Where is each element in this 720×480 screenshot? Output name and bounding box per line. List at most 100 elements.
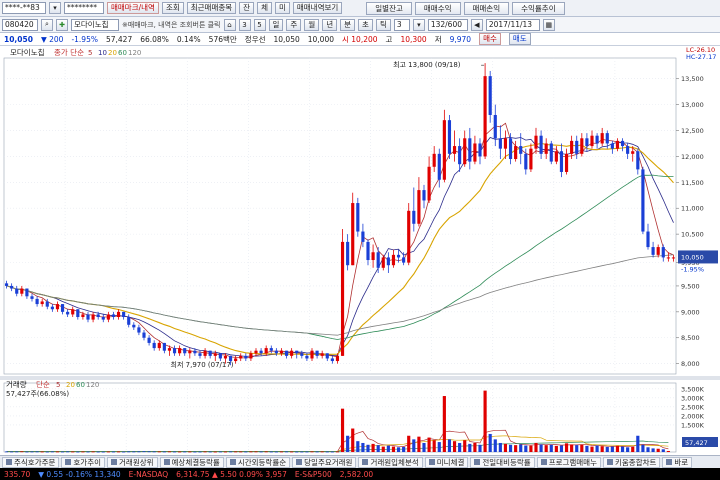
tool-5-icon[interactable]: 5 — [253, 18, 266, 31]
trade-pnl-button[interactable]: 매매손익 — [463, 1, 510, 15]
chart-area[interactable]: 13,500 13,000 12,500 12,000 11,500 11,000 10,5… — [0, 46, 720, 455]
minute-dropdown-icon[interactable]: ▾ — [412, 18, 425, 31]
ticker-item: E-NASDAQ — [128, 469, 169, 479]
candle-body — [106, 314, 110, 320]
recent-items-button[interactable]: 최근매매종목 — [186, 2, 237, 14]
window-tab[interactable]: 주식호가주문 — [2, 456, 60, 468]
window-tab[interactable]: 거래원입체분석 — [358, 456, 423, 468]
trade-profit-button[interactable]: 매매수익 — [414, 1, 461, 15]
window-tab-label: 미니체결 — [436, 457, 465, 467]
volume-bar — [223, 451, 228, 453]
favorite-icon[interactable]: ✚ — [56, 18, 68, 31]
search-icon[interactable]: ⌕ — [41, 18, 53, 31]
candles — [4, 63, 676, 366]
prev-icon[interactable]: ◀ — [470, 18, 483, 31]
stock-code-input[interactable]: 080420 — [2, 18, 38, 31]
candle-body — [60, 304, 65, 312]
filled-button[interactable]: 체 — [257, 2, 272, 14]
candle-body — [671, 257, 676, 259]
volume-ma-periods: 5 20 60 120 — [56, 381, 99, 389]
candle-body — [544, 143, 548, 154]
candle-body — [157, 342, 161, 349]
balance-button[interactable]: 잔 — [239, 2, 255, 14]
candle-body — [234, 358, 238, 362]
volume-bar — [595, 445, 599, 452]
account-input[interactable]: ****-**83 — [2, 2, 46, 14]
candle-body — [335, 355, 340, 362]
trade-mark-button[interactable]: 매매마크/내역 — [107, 2, 159, 14]
volume-bar — [193, 451, 197, 453]
buy-button[interactable]: 매수 — [479, 33, 501, 45]
volume-panel-title: 거래량 — [6, 380, 27, 389]
candle-body — [152, 342, 156, 349]
window-tab[interactable]: 당일주요거래원 — [292, 456, 357, 468]
candle-body — [346, 241, 350, 266]
window-tab[interactable]: 키움종합차트 — [603, 456, 661, 468]
volume: 57,427 — [105, 34, 133, 44]
volume-bar — [284, 451, 289, 453]
price-ma-period-20: 20 — [108, 49, 117, 57]
window-tab[interactable]: 전일대비등락률 — [470, 456, 535, 468]
candle-body — [203, 350, 207, 356]
candle-body — [198, 353, 202, 356]
price-ma-period-120: 120 — [128, 49, 141, 57]
window-tab[interactable]: 호가추이 — [61, 456, 106, 468]
period-tick-button[interactable]: 틱 — [375, 18, 391, 31]
trade-amount: 576백만 — [208, 34, 237, 44]
candle-body — [162, 342, 166, 351]
window-tab[interactable]: 거래원상위 — [107, 456, 158, 468]
sell-button[interactable]: 매도 — [508, 33, 531, 45]
bar-count-field[interactable]: 132/600 — [427, 18, 468, 31]
query-button[interactable]: 조회 — [161, 2, 184, 14]
candle-body — [407, 210, 411, 263]
trade-history-button[interactable]: 매매내역보기 — [292, 2, 343, 14]
candle-body — [666, 257, 670, 259]
window-tab[interactable]: 바로 — [662, 456, 693, 468]
candle-body — [45, 301, 49, 307]
volume-bar — [570, 444, 574, 452]
minute-value-input[interactable]: 3 — [393, 18, 410, 31]
period-week-button[interactable]: 주 — [286, 18, 302, 31]
toolbar-symbol: 080420 ⌕ ✚ 모다이노칩 ※매매마크, 내역은 조회버튼 클릭 ⌂ 3 … — [0, 17, 720, 33]
candle-body — [519, 146, 523, 154]
volume-bar — [208, 451, 212, 453]
period-month-button[interactable]: 월 — [304, 18, 320, 31]
date-field[interactable]: 2017/11/13 — [485, 18, 540, 31]
volume-bar — [152, 451, 156, 453]
volume-bar — [162, 451, 166, 453]
volume-bar — [315, 451, 319, 453]
window-tab[interactable]: 예상체결등락률 — [159, 456, 224, 468]
price-tick-label: 11,500 — [681, 179, 704, 187]
volume-bar — [239, 451, 243, 453]
period-minute-button[interactable]: 분 — [340, 18, 356, 31]
candle-body — [71, 309, 75, 315]
period-day-button[interactable]: 일 — [268, 18, 284, 31]
candle-body — [417, 190, 421, 224]
home-icon[interactable]: ⌂ — [223, 18, 236, 31]
calendar-icon[interactable]: ▦ — [542, 18, 555, 31]
volume-bar — [147, 451, 151, 453]
candle-body — [213, 353, 217, 356]
window-tab[interactable]: 프로그램매매누 — [536, 456, 601, 468]
window-tab[interactable]: 미니체결 — [424, 456, 469, 468]
candle-body — [422, 190, 426, 201]
period-year-button[interactable]: 년 — [322, 18, 338, 31]
candle-body — [223, 355, 228, 359]
account-dropdown-icon[interactable]: ▾ — [49, 2, 61, 14]
period-second-button[interactable]: 초 — [358, 18, 373, 31]
stock-chart[interactable]: 13,500 13,000 12,500 12,000 11,500 11,000 10,5… — [0, 46, 720, 455]
daily-balance-button[interactable]: 일별잔고 — [366, 1, 412, 15]
volume-ma-label: 단순 — [36, 379, 50, 389]
yield-trend-button[interactable]: 수익률추이 — [512, 1, 565, 15]
tool-3-icon[interactable]: 3 — [238, 18, 251, 31]
window-tab-icon — [362, 459, 369, 465]
candle-body — [279, 350, 284, 354]
window-tab-label: 키움종합차트 — [615, 457, 657, 467]
volume-ratio: 66.08% — [140, 34, 169, 44]
unfilled-button[interactable]: 미 — [274, 2, 290, 14]
window-tab[interactable]: 시간외등락률순 — [225, 456, 291, 468]
volume-bar — [96, 451, 100, 453]
window-tab-label: 거래원상위 — [119, 457, 154, 467]
volume-bar — [55, 451, 60, 453]
password-input[interactable]: ******** — [64, 2, 104, 14]
